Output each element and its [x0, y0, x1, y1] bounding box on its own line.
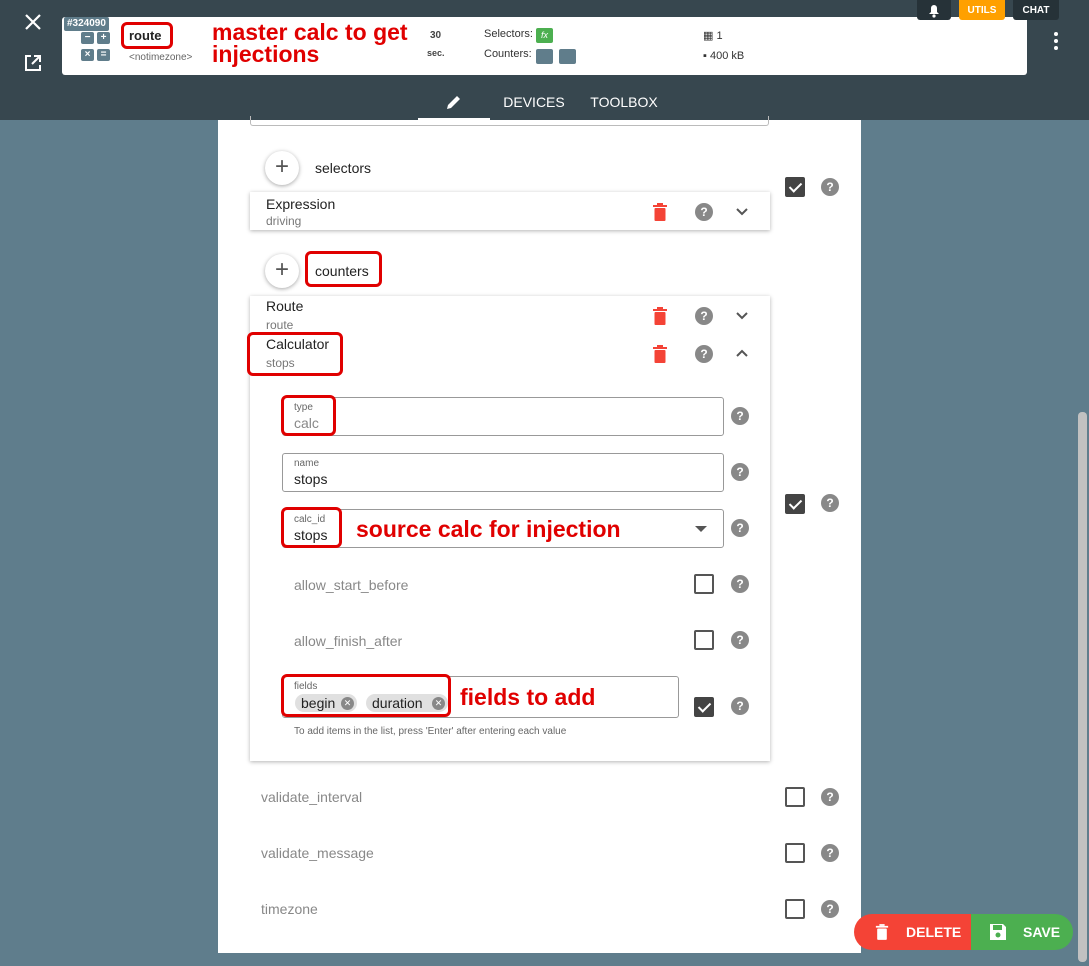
highlight-route-name: [121, 22, 173, 49]
counter-title: Route: [266, 298, 304, 314]
highlight-calc-id: [281, 507, 342, 548]
annotation-fields: fields to add: [460, 684, 596, 710]
help-icon[interactable]: ?: [821, 844, 839, 862]
counters-checkbox[interactable]: [785, 494, 805, 514]
period-value: 30: [430, 30, 442, 41]
trash-icon: [875, 924, 889, 940]
timezone-option-label: timezone: [261, 901, 318, 917]
delete-button[interactable]: DELETE: [854, 914, 971, 950]
help-icon[interactable]: ?: [731, 575, 749, 593]
tab-toolbox[interactable]: TOOLBOX: [586, 84, 662, 120]
highlight-counters: [305, 251, 382, 287]
selector-sub: driving: [266, 214, 302, 228]
add-counter-button[interactable]: +: [265, 254, 299, 288]
pencil-icon: [447, 96, 460, 109]
trash-icon[interactable]: [652, 307, 668, 325]
close-icon[interactable]: [22, 11, 44, 33]
mini-action-group: − + × =: [81, 32, 111, 62]
name-field-label: name: [294, 458, 320, 469]
selector-item-expression[interactable]: Expression driving ?: [250, 192, 770, 230]
bell-button[interactable]: [917, 0, 951, 20]
counter-sub: route: [266, 318, 294, 332]
validate-interval-label: validate_interval: [261, 789, 363, 805]
previous-field-edge: [250, 116, 769, 126]
save-label: SAVE: [1023, 924, 1061, 940]
scrollbar[interactable]: [1078, 412, 1087, 962]
help-icon[interactable]: ?: [731, 697, 749, 715]
tab-edit[interactable]: [418, 84, 490, 120]
validate-message-label: validate_message: [261, 845, 374, 861]
counters-label: Counters:: [484, 48, 532, 60]
name-field-value: stops: [294, 471, 328, 487]
times-icon[interactable]: ×: [81, 49, 94, 61]
editor-panel: + selectors Expression driving ? + count…: [218, 116, 861, 953]
top-bar: #324090 − + × = route <notimezone> maste…: [0, 0, 1089, 120]
help-icon[interactable]: ?: [821, 494, 839, 512]
chevron-down-icon[interactable]: [735, 207, 749, 217]
highlight-fields: [281, 674, 451, 717]
help-icon[interactable]: ?: [731, 463, 749, 481]
size-stat: ▪ 400 kB: [703, 50, 745, 62]
trash-icon[interactable]: [652, 203, 668, 221]
delete-label: DELETE: [906, 924, 962, 940]
plus-icon[interactable]: +: [97, 32, 110, 44]
object-summary-card: #324090 − + × = route <notimezone> maste…: [62, 17, 1027, 75]
validate-message-checkbox[interactable]: [785, 843, 805, 863]
selectors-section-label: selectors: [315, 160, 372, 176]
open-external-icon[interactable]: [23, 53, 43, 73]
chevron-down-icon[interactable]: [735, 311, 749, 321]
minus-icon[interactable]: −: [81, 32, 94, 44]
size-value: 400 kB: [709, 50, 745, 62]
allow-finish-after-label: allow_finish_after: [294, 633, 403, 649]
help-icon[interactable]: ?: [695, 203, 713, 221]
allow-finish-after-checkbox[interactable]: [694, 630, 714, 650]
add-selector-button[interactable]: +: [265, 151, 299, 185]
validate-interval-checkbox[interactable]: [785, 787, 805, 807]
help-icon[interactable]: ?: [695, 345, 713, 363]
fields-hint: To add items in the list, press 'Enter' …: [294, 726, 567, 737]
allow-start-before-label: allow_start_before: [294, 577, 409, 593]
selector-title: Expression: [266, 196, 336, 212]
help-icon[interactable]: ?: [731, 407, 749, 425]
trash-icon[interactable]: [652, 345, 668, 363]
name-field[interactable]: name stops: [282, 453, 724, 492]
highlight-calculator: [247, 332, 343, 376]
help-icon[interactable]: ?: [821, 788, 839, 806]
utils-button[interactable]: UTILS: [959, 0, 1005, 20]
equals-icon[interactable]: =: [97, 49, 110, 61]
counter-item-route[interactable]: Route route ?: [250, 296, 770, 334]
selectors-checkbox[interactable]: [785, 177, 805, 197]
fields-checkbox[interactable]: [694, 697, 714, 717]
id-badge: #324090: [64, 17, 109, 31]
type-field[interactable]: type calc: [282, 397, 724, 436]
bell-icon: [929, 5, 939, 18]
help-icon[interactable]: ?: [731, 519, 749, 537]
annotation-master-calc: master calc to get injections: [212, 19, 408, 67]
selectors-label: Selectors:: [484, 28, 533, 40]
timezone-checkbox[interactable]: [785, 899, 805, 919]
counters-list: Route route ? Calculator stops ? type ca…: [247, 296, 770, 761]
help-icon[interactable]: ?: [695, 307, 713, 325]
more-menu-icon[interactable]: [1050, 32, 1062, 54]
help-icon[interactable]: ?: [821, 178, 839, 196]
chevron-up-icon[interactable]: [735, 348, 749, 358]
period-unit: sec.: [427, 48, 445, 58]
units-stat: ▦ 1: [703, 30, 723, 42]
counter-icon[interactable]: [536, 49, 553, 64]
floppy-disk-icon: [990, 924, 1006, 940]
allow-start-before-checkbox[interactable]: [694, 574, 714, 594]
function-icon[interactable]: fx: [536, 28, 553, 43]
counter-item-calculator[interactable]: Calculator stops ?: [247, 332, 770, 376]
tab-devices[interactable]: DEVICES: [500, 84, 568, 120]
units-value: 1: [716, 30, 723, 42]
annotation-source-calc: source calc for injection: [356, 516, 621, 542]
chat-button[interactable]: CHAT: [1013, 0, 1059, 20]
help-icon[interactable]: ?: [821, 900, 839, 918]
dropdown-arrow-icon[interactable]: [695, 526, 707, 533]
save-button[interactable]: SAVE: [971, 914, 1073, 950]
help-icon[interactable]: ?: [731, 631, 749, 649]
grid-icon[interactable]: [559, 49, 576, 64]
highlight-type: [281, 395, 336, 436]
timezone-label: <notimezone>: [129, 52, 193, 63]
